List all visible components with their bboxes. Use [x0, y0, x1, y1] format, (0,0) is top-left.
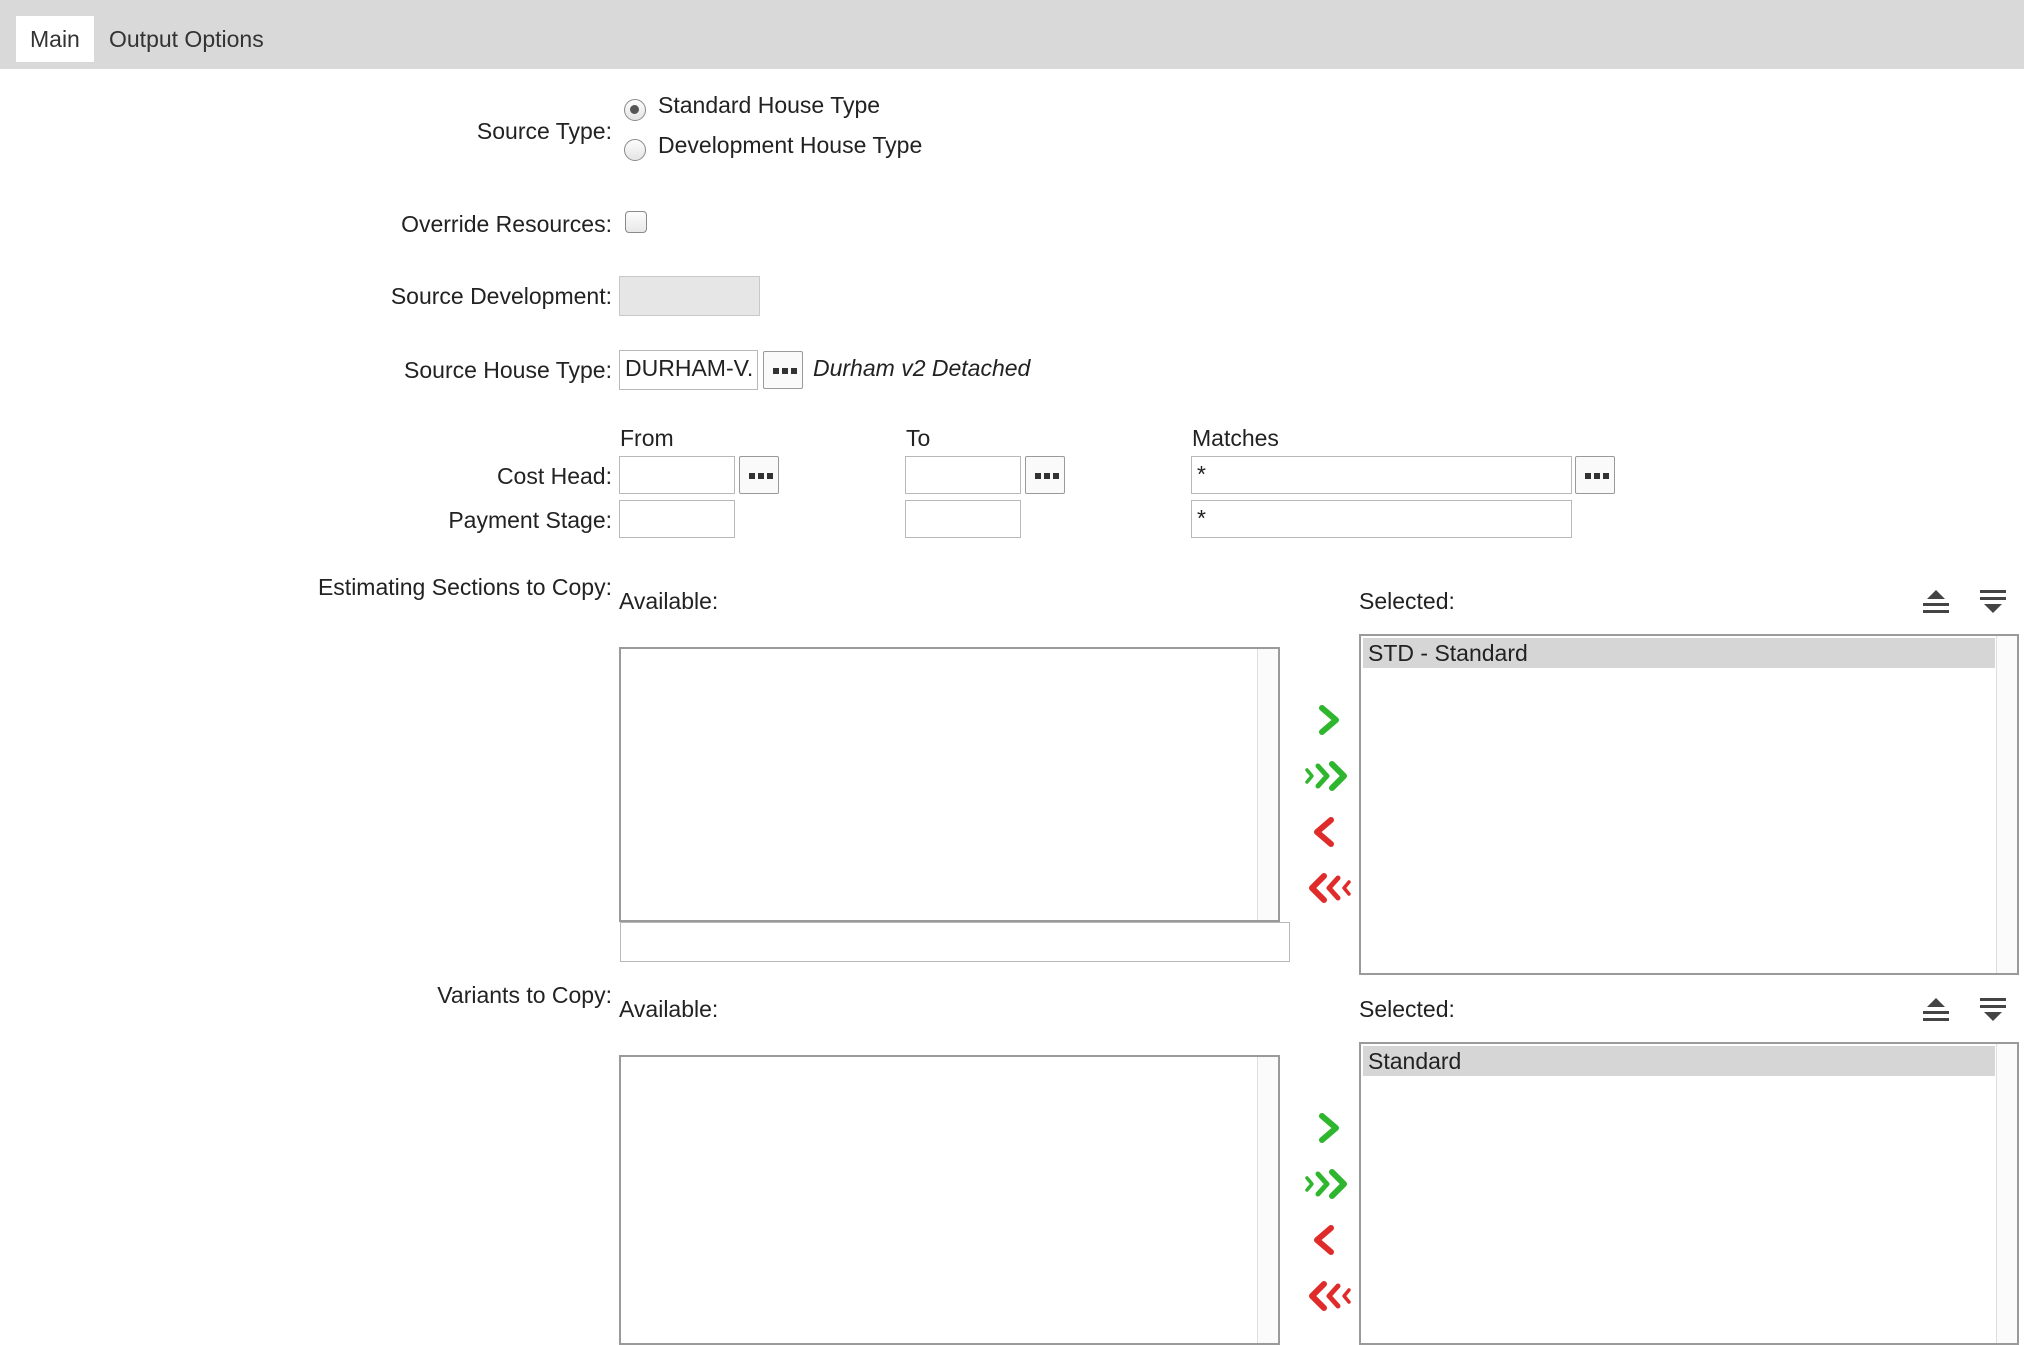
source-house-type-lookup-button[interactable]	[763, 351, 803, 389]
estimating-sections-available-list[interactable]	[619, 647, 1280, 922]
variants-available-list[interactable]	[619, 1055, 1280, 1345]
cost-head-matches-field[interactable]: *	[1191, 456, 1572, 494]
variants-move-to-bottom-icon[interactable]	[1977, 994, 2009, 1026]
source-type-label: Source Type:	[476, 118, 612, 144]
variants-move-to-top-icon[interactable]	[1920, 994, 1952, 1026]
variants-selected-scrollbar[interactable]	[1996, 1044, 2017, 1343]
available-list-scrollbar[interactable]	[1257, 649, 1278, 920]
variants-label: Variants to Copy:	[437, 982, 612, 1008]
add-selected-arrow-icon[interactable]	[1308, 700, 1348, 740]
cost-head-matches-lookup-button[interactable]	[1575, 456, 1615, 494]
variants-available-label: Available:	[619, 996, 719, 1022]
payment-stage-from-field[interactable]	[619, 500, 735, 538]
development-house-type-label[interactable]: Development House Type	[658, 132, 922, 159]
cost-head-from-lookup-button[interactable]	[739, 456, 779, 494]
selected-variant-item[interactable]: Standard	[1363, 1046, 1995, 1076]
payment-stage-to-field[interactable]	[905, 500, 1021, 538]
source-development-field[interactable]	[619, 276, 760, 316]
override-resources-checkbox[interactable]	[625, 211, 647, 233]
estimating-sections-selected-label: Selected:	[1359, 588, 1455, 614]
source-house-type-label: Source House Type:	[404, 357, 612, 383]
from-header: From	[620, 425, 674, 451]
standard-house-type-label[interactable]: Standard House Type	[658, 92, 880, 119]
override-resources-label: Override Resources:	[401, 211, 612, 237]
development-house-type-radio[interactable]	[624, 139, 646, 161]
selected-section-item[interactable]: STD - Standard	[1363, 638, 1995, 668]
move-to-bottom-icon[interactable]	[1977, 586, 2009, 618]
variants-selected-list[interactable]: Standard	[1359, 1042, 2019, 1345]
tab-main[interactable]: Main	[16, 16, 94, 62]
matches-header: Matches	[1192, 425, 1279, 451]
variants-remove-all-arrow-icon[interactable]	[1303, 1276, 1353, 1316]
estimating-sections-selected-list[interactable]: STD - Standard	[1359, 634, 2019, 975]
source-development-label: Source Development:	[390, 283, 612, 309]
variants-add-all-arrow-icon[interactable]	[1303, 1164, 1353, 1204]
variants-available-scrollbar[interactable]	[1257, 1057, 1278, 1343]
variants-remove-selected-arrow-icon[interactable]	[1305, 1220, 1345, 1260]
tab-output-options[interactable]: Output Options	[95, 16, 278, 62]
to-header: To	[906, 425, 931, 451]
tab-bar: Main Output Options	[0, 0, 2024, 69]
cost-head-to-lookup-button[interactable]	[1025, 456, 1065, 494]
add-all-arrow-icon[interactable]	[1303, 756, 1353, 796]
variants-selected-label: Selected:	[1359, 996, 1455, 1022]
cost-head-label: Cost Head:	[496, 463, 612, 489]
source-house-type-field[interactable]: DURHAM-V.	[619, 350, 758, 390]
remove-all-arrow-icon[interactable]	[1303, 868, 1353, 908]
source-house-type-description: Durham v2 Detached	[813, 355, 1031, 381]
move-to-top-icon[interactable]	[1920, 586, 1952, 618]
remove-selected-arrow-icon[interactable]	[1305, 812, 1345, 852]
cost-head-to-field[interactable]	[905, 456, 1021, 494]
estimating-sections-label: Estimating Sections to Copy:	[317, 574, 612, 600]
payment-stage-label: Payment Stage:	[448, 507, 612, 533]
standard-house-type-radio[interactable]	[624, 99, 646, 121]
estimating-sections-filter-input[interactable]	[620, 922, 1290, 962]
cost-head-from-field[interactable]	[619, 456, 735, 494]
variants-add-selected-arrow-icon[interactable]	[1308, 1108, 1348, 1148]
payment-stage-matches-field[interactable]: *	[1191, 500, 1572, 538]
selected-list-scrollbar[interactable]	[1996, 636, 2017, 973]
estimating-sections-available-label: Available:	[619, 588, 719, 614]
